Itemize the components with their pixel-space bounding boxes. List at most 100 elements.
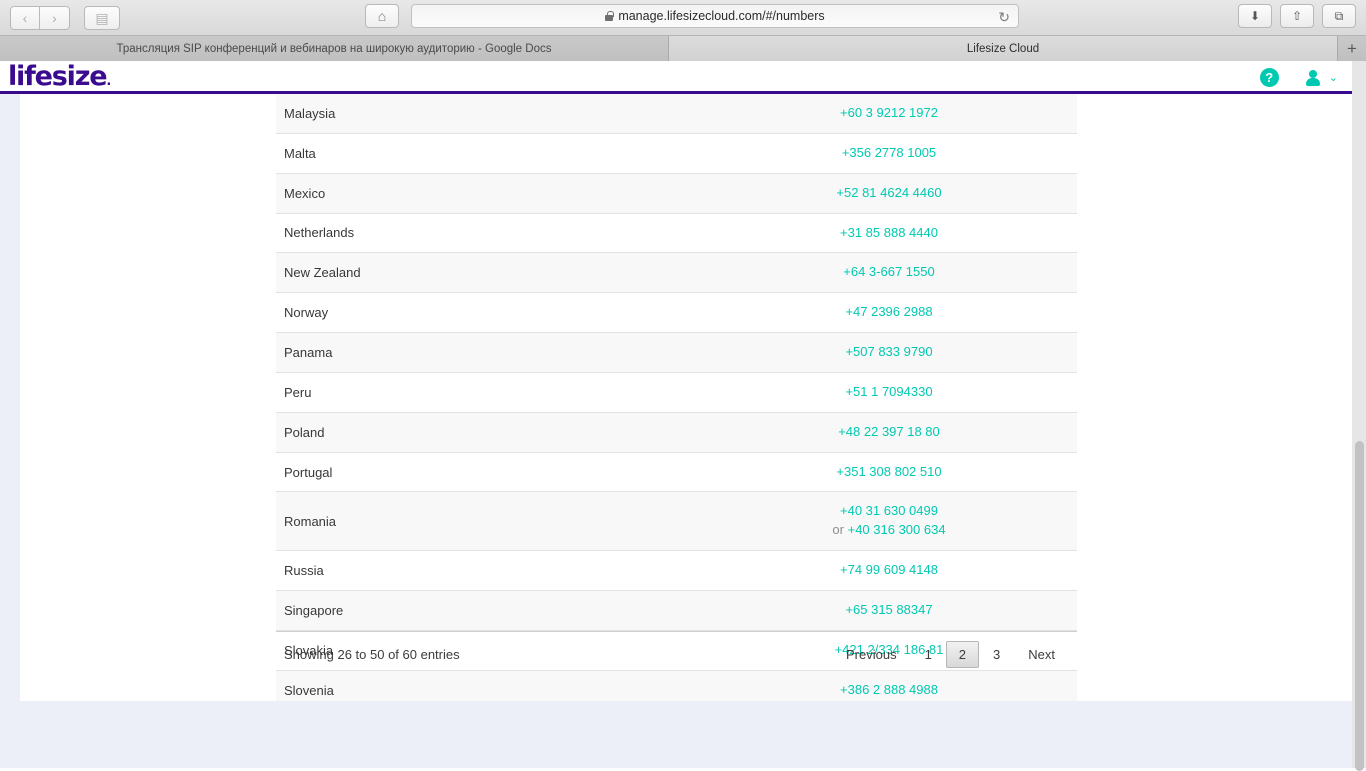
phone-number[interactable]: +47 2396 2988 — [845, 304, 932, 319]
phone-number[interactable]: +60 3 9212 1972 — [840, 105, 938, 120]
entries-summary: Showing 26 to 50 of 60 entries — [284, 647, 460, 662]
pagination-previous[interactable]: Previous — [832, 642, 911, 667]
app-header: lifesize. ? ⌄ — [0, 61, 1352, 94]
table-row[interactable]: Malta +356 2778 1005 — [276, 133, 1077, 174]
show-tabs-button[interactable]: ⧉ — [1322, 4, 1356, 28]
phone-number[interactable]: +507 833 9790 — [845, 344, 932, 359]
number-cell[interactable]: +31 85 888 4440 — [701, 213, 1077, 253]
number-cell[interactable]: +47 2396 2988 — [701, 293, 1077, 333]
share-icon: ⇧ — [1291, 9, 1303, 23]
number-cell[interactable]: +356 2778 1005 — [701, 133, 1077, 173]
home-button[interactable]: ⌂ — [365, 4, 399, 28]
pagination-page-3[interactable]: 3 — [979, 642, 1014, 667]
country-cell: Peru — [284, 384, 312, 400]
number-cell[interactable]: +60 3 9212 1972 — [701, 94, 1077, 133]
help-glyph: ? — [1265, 70, 1274, 85]
phone-number[interactable]: +48 22 397 18 80 — [838, 424, 940, 439]
country-cell: Russia — [284, 563, 324, 579]
number-cell[interactable]: +65 315 88347 — [701, 590, 1077, 630]
pagination-page-1[interactable]: 1 — [911, 642, 946, 667]
phone-number[interactable]: +31 85 888 4440 — [840, 225, 938, 240]
number-cell[interactable]: +48 22 397 18 80 — [701, 412, 1077, 452]
share-button[interactable]: ⇧ — [1280, 4, 1314, 28]
page-scrollbar-thumb[interactable] — [1355, 441, 1364, 771]
country-cell: Singapore — [284, 602, 344, 618]
country-cell: Norway — [284, 305, 329, 321]
number-cell[interactable]: +507 833 9790 — [701, 333, 1077, 373]
page-viewport: lifesize. ? ⌄ Malaysia +60 3 9212 1972 M… — [0, 61, 1366, 768]
downloads-button[interactable]: ⬇ — [1238, 4, 1272, 28]
phone-number-alt[interactable]: +40 316 300 634 — [848, 522, 946, 537]
phone-number[interactable]: +65 315 88347 — [845, 602, 932, 617]
table-body: Malaysia +60 3 9212 1972 Malta +356 2778… — [276, 94, 1077, 701]
tab-bar: Трансляция SIP конференций и вебинаров н… — [0, 36, 1366, 61]
international-numbers-table: Malaysia +60 3 9212 1972 Malta +356 2778… — [276, 94, 1077, 701]
user-icon — [1305, 69, 1320, 86]
table-row[interactable]: Netherlands +31 85 888 4440 — [276, 213, 1077, 253]
pagination-bar: Showing 26 to 50 of 60 entries Previous … — [276, 631, 1077, 677]
country-cell: Poland — [284, 424, 325, 440]
tabs-overview-icon: ⧉ — [1334, 8, 1344, 23]
chevron-down-icon: ⌄ — [1328, 72, 1338, 84]
number-cell[interactable]: +40 31 630 0499 or +40 316 300 634 — [701, 492, 1077, 551]
table-row[interactable]: Portugal +351 308 802 510 — [276, 452, 1077, 492]
phone-number[interactable]: +351 308 802 510 — [836, 464, 941, 479]
reload-icon[interactable]: ↻ — [998, 9, 1010, 26]
pagination-next[interactable]: Next — [1014, 642, 1069, 667]
phone-number[interactable]: +74 99 609 4148 — [840, 562, 938, 577]
country-cell: Mexico — [284, 185, 326, 201]
table-row[interactable]: Mexico +52 81 4624 4460 — [276, 173, 1077, 214]
logo-dot: . — [106, 73, 111, 89]
table-row[interactable]: Norway +47 2396 2988 — [276, 292, 1077, 333]
new-tab-button[interactable]: + — [1338, 36, 1366, 61]
forward-button[interactable]: › — [40, 5, 70, 30]
forward-icon: › — [52, 9, 57, 26]
country-cell: New Zealand — [284, 265, 361, 281]
table-row[interactable]: Malaysia +60 3 9212 1972 — [276, 94, 1077, 134]
number-cell[interactable]: +52 81 4624 4460 — [701, 173, 1077, 213]
help-icon[interactable]: ? — [1259, 68, 1279, 87]
number-cell[interactable]: +74 99 609 4148 — [701, 551, 1077, 591]
number-cell[interactable]: +51 1 7094330 — [701, 372, 1077, 412]
country-cell: Netherlands — [284, 225, 355, 241]
phone-number[interactable]: +52 81 4624 4460 — [836, 185, 941, 200]
address-bar-area: ⌂ manage.lifesizecloud.com/#/numbers ↻ — [365, 4, 1019, 28]
table-row[interactable]: Russia +74 99 609 4148 — [276, 550, 1077, 591]
phone-number[interactable]: +356 2778 1005 — [842, 145, 936, 160]
back-button[interactable]: ‹ — [10, 5, 40, 30]
or-label: or — [832, 522, 844, 538]
number-cell[interactable]: +64 3-667 1550 — [701, 253, 1077, 293]
user-menu[interactable]: ⌄ — [1305, 69, 1338, 86]
sidebar-icon: ▤ — [95, 9, 109, 26]
browser-tab-0[interactable]: Трансляция SIP конференций и вебинаров н… — [0, 36, 669, 61]
url-input[interactable]: manage.lifesizecloud.com/#/numbers ↻ — [411, 4, 1019, 28]
phone-number[interactable]: +51 1 7094330 — [845, 384, 932, 399]
country-cell: Portugal — [284, 464, 333, 480]
lifesize-logo[interactable]: lifesize. — [8, 61, 111, 92]
browser-tab-title: Lifesize Cloud — [966, 42, 1040, 55]
phone-number[interactable]: +40 31 630 0499 — [840, 503, 938, 518]
phone-number[interactable]: +386 2 888 4988 — [840, 682, 938, 697]
browser-tab-1[interactable]: Lifesize Cloud — [669, 36, 1338, 61]
table-row[interactable]: Peru +51 1 7094330 — [276, 372, 1077, 413]
nav-button-group: ‹ › ▤ — [10, 5, 120, 30]
sidebar-toggle-button[interactable]: ▤ — [84, 5, 120, 30]
plus-icon: + — [1347, 38, 1357, 58]
pagination-page-2[interactable]: 2 — [945, 641, 980, 668]
table-row[interactable]: Panama +507 833 9790 — [276, 332, 1077, 373]
table-row[interactable]: Singapore +65 315 88347 — [276, 590, 1077, 631]
table-row[interactable]: Poland +48 22 397 18 80 — [276, 412, 1077, 453]
back-icon: ‹ — [22, 9, 28, 26]
browser-toolbar: ‹ › ▤ ⌂ manage.lifesizecloud.com/#/numbe… — [0, 0, 1366, 36]
country-cell: Malta — [284, 145, 316, 161]
country-cell: Romania — [284, 513, 337, 529]
content-card: Malaysia +60 3 9212 1972 Malta +356 2778… — [20, 94, 1352, 701]
table-row[interactable]: Romania +40 31 630 0499 or +40 316 300 6… — [276, 491, 1077, 551]
phone-number[interactable]: +64 3-667 1550 — [843, 264, 934, 279]
page-scrollbar-track[interactable] — [1352, 61, 1366, 771]
table-row[interactable]: New Zealand +64 3-667 1550 — [276, 252, 1077, 293]
download-icon: ⬇ — [1249, 9, 1261, 23]
toolbar-right-buttons: ⬇ ⇧ ⧉ — [1238, 4, 1356, 28]
number-cell[interactable]: +351 308 802 510 — [701, 452, 1077, 492]
header-actions: ? ⌄ — [1259, 61, 1338, 94]
